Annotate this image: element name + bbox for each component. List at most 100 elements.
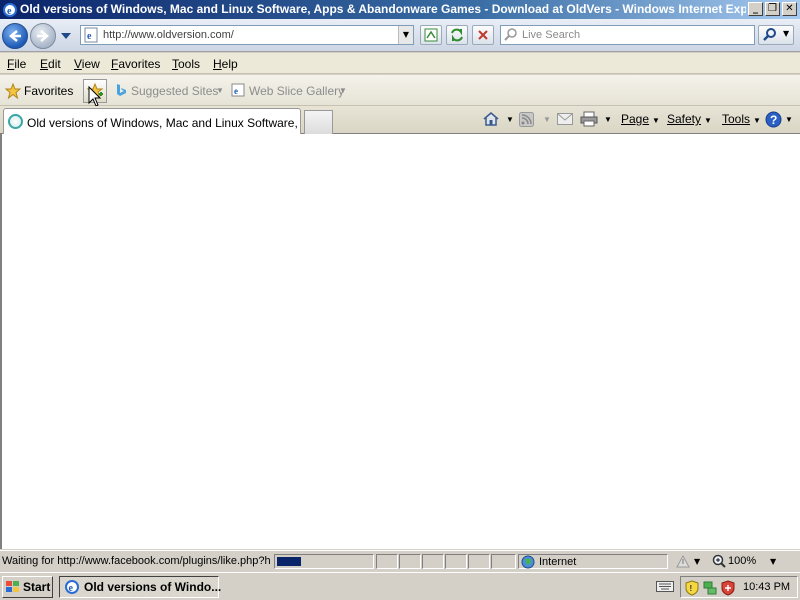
tools-menu[interactable]: Tools ▼ — [722, 112, 761, 126]
safety-menu-label: Safety — [667, 112, 702, 126]
system-tray: ! 10:43 PM — [680, 576, 798, 598]
taskbar-item-ie[interactable]: e Old versions of Windo... — [59, 576, 222, 598]
search-placeholder: Live Search — [522, 29, 581, 41]
feeds-icon[interactable] — [519, 112, 534, 127]
menu-tools[interactable]: Tools — [172, 57, 200, 71]
status-panel — [491, 554, 516, 569]
compatibility-view-button[interactable] — [420, 25, 442, 45]
taskbar-item-label: Old versions of Windo... — [84, 580, 222, 594]
address-dropdown-icon[interactable]: ▼ — [398, 26, 413, 44]
favorites-button[interactable]: Favorites — [24, 84, 73, 98]
home-icon[interactable] — [482, 111, 500, 127]
menu-bar: File Edit View Favorites Tools Help — [0, 53, 800, 74]
status-panel — [468, 554, 490, 569]
windows-logo-icon — [6, 581, 19, 592]
loading-icon — [8, 114, 23, 129]
tools-menu-label: Tools — [722, 112, 751, 126]
tab-oldversion[interactable]: Old versions of Windows, Mac and Linux S… — [3, 108, 301, 134]
clock[interactable]: 10:43 PM — [743, 581, 790, 593]
svg-text:!: ! — [690, 584, 693, 593]
menu-edit[interactable]: Edit — [40, 57, 61, 71]
read-mail-icon[interactable] — [557, 113, 573, 125]
refresh-icon — [451, 28, 463, 42]
restore-button[interactable]: ❐ — [765, 2, 780, 16]
page-content[interactable] — [0, 134, 800, 549]
status-text: Waiting for http://www.facebook.com/plug… — [2, 555, 270, 567]
safety-dropdown-icon: ▼ — [704, 116, 712, 125]
tab-label: Old versions of Windows, Mac and Linux S… — [27, 116, 297, 130]
svg-text:e: e — [69, 583, 74, 594]
antivirus-shield-icon[interactable] — [721, 580, 735, 596]
status-panel — [445, 554, 467, 569]
search-provider-icon — [504, 28, 517, 41]
ie-taskbar-icon: e — [65, 580, 79, 594]
search-box[interactable]: Live Search — [500, 25, 755, 45]
menu-favorites[interactable]: Favorites — [111, 57, 160, 71]
bing-icon — [117, 84, 126, 96]
status-panel — [376, 554, 398, 569]
suggested-sites-link[interactable]: Suggested Sites — [131, 84, 218, 98]
minimize-button[interactable]: _ — [748, 2, 763, 16]
forward-button[interactable] — [30, 23, 56, 49]
print-icon[interactable] — [580, 111, 598, 127]
ie-logo-icon: e — [3, 3, 17, 17]
page-menu[interactable]: Page ▼ — [621, 112, 660, 126]
search-button[interactable]: ▼ — [758, 25, 794, 45]
mouse-pointer-icon — [88, 86, 102, 107]
address-toolbar: e http://www.oldversion.com/ ▼ Live Sear… — [0, 19, 800, 52]
zoom-icon — [712, 554, 726, 568]
taskbar: Start e Old versions of Windo... ! 10:43… — [0, 572, 800, 600]
start-button[interactable]: Start — [2, 576, 53, 598]
feeds-dropdown-icon[interactable]: ▼ — [543, 115, 551, 124]
progress-bar — [274, 554, 374, 569]
zoom-level[interactable]: 100% — [728, 555, 756, 567]
tools-dropdown-icon: ▼ — [753, 116, 761, 125]
web-slice-gallery-link[interactable]: Web Slice Gallery — [249, 84, 344, 98]
start-label: Start — [23, 580, 51, 594]
page-icon: e — [84, 27, 98, 43]
title-bar[interactable]: e Old versions of Windows, Mac and Linux… — [0, 0, 800, 19]
search-options-dropdown-icon[interactable]: ▼ — [783, 29, 789, 38]
window-title: Old versions of Windows, Mac and Linux S… — [20, 2, 746, 16]
status-panel — [422, 554, 444, 569]
protected-mode-icon[interactable] — [675, 554, 691, 569]
compatibility-icon — [424, 28, 438, 42]
menu-help[interactable]: Help — [213, 57, 238, 71]
help-icon[interactable]: ? — [765, 111, 782, 128]
web-slice-gallery-dropdown-icon[interactable]: ▼ — [339, 86, 347, 95]
page-menu-label: Page — [621, 112, 650, 126]
back-button[interactable] — [2, 23, 28, 49]
svg-text:?: ? — [770, 113, 777, 127]
menu-file[interactable]: File — [7, 57, 26, 71]
web-slice-icon: e — [231, 83, 245, 97]
svg-text:e: e — [234, 86, 238, 96]
back-arrow-icon — [9, 30, 21, 42]
home-dropdown-icon[interactable]: ▼ — [506, 115, 514, 124]
safety-menu[interactable]: Safety ▼ — [667, 112, 712, 126]
url-text[interactable]: http://www.oldversion.com/ — [103, 29, 234, 41]
menu-view[interactable]: View — [74, 57, 100, 71]
stop-button[interactable] — [472, 25, 494, 45]
favorites-star-icon — [5, 83, 21, 99]
tab-bar: Old versions of Windows, Mac and Linux S… — [0, 106, 800, 134]
zoom-dropdown-icon[interactable]: ▼ — [770, 557, 776, 566]
new-tab-button[interactable] — [304, 110, 333, 134]
protected-mode-dropdown-icon[interactable]: ▼ — [694, 557, 700, 566]
progress-fill — [277, 557, 301, 566]
refresh-button[interactable] — [446, 25, 468, 45]
address-bar[interactable]: e http://www.oldversion.com/ ▼ — [80, 25, 414, 45]
close-button[interactable]: ✕ — [782, 2, 797, 16]
help-dropdown-icon[interactable]: ▼ — [785, 115, 793, 124]
security-zone[interactable]: Internet — [518, 554, 668, 569]
keyboard-icon[interactable] — [656, 579, 674, 593]
globe-icon — [521, 555, 535, 569]
svg-text:e: e — [87, 31, 92, 42]
recent-pages-dropdown-icon[interactable] — [60, 31, 72, 41]
suggested-sites-dropdown-icon[interactable]: ▼ — [216, 86, 224, 95]
page-dropdown-icon: ▼ — [652, 116, 660, 125]
print-dropdown-icon[interactable]: ▼ — [604, 115, 612, 124]
network-icon[interactable] — [703, 580, 717, 596]
stop-icon — [478, 30, 488, 40]
security-shield-icon[interactable]: ! — [685, 580, 699, 596]
status-panel — [399, 554, 421, 569]
